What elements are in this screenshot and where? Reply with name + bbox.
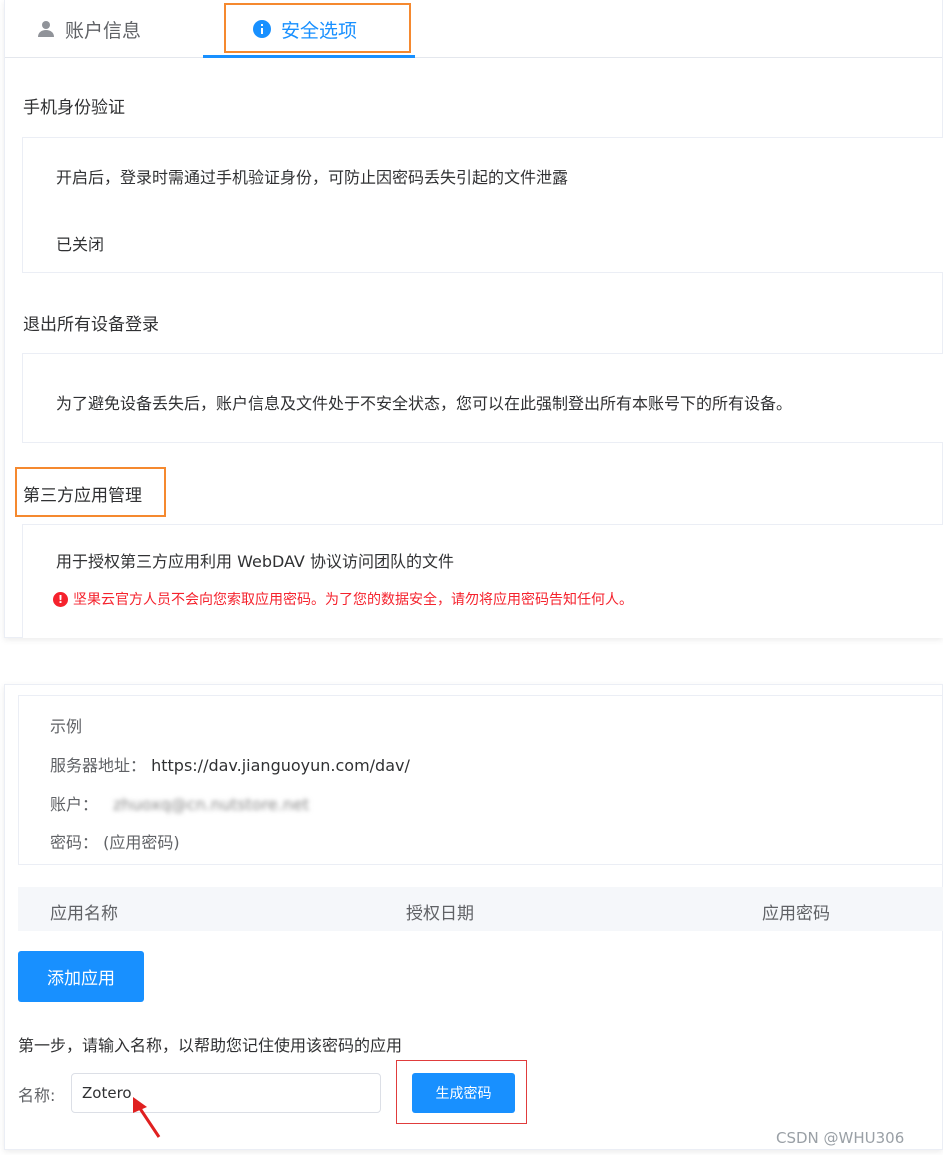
watermark: CSDN @WHU306 [776, 1129, 905, 1147]
col-app-password: 应用密码 [762, 904, 830, 924]
app-password-panel: 示例 服务器地址： https://dav.jianguoyun.com/dav… [4, 684, 943, 1150]
col-app-name: 应用名称 [50, 904, 118, 924]
password-value: (应用密码) [103, 833, 180, 852]
app-table-header: 应用名称 授权日期 应用密码 [18, 887, 943, 931]
name-label: 名称: [18, 1086, 56, 1105]
example-password-row: 密码： (应用密码) [50, 829, 180, 853]
logout-all-devices-card: 为了避免设备丢失后，账户信息及文件处于不安全状态，您可以在此强制登出所有本账号下… [22, 353, 943, 443]
app-name-input[interactable] [71, 1073, 381, 1113]
tab-account-label: 账户信息 [65, 19, 142, 42]
security-settings-panel: 账户信息 安全选项 手机身份验证 开启后，登录时需通过手机验证身份，可防止因密码… [4, 0, 943, 638]
third-party-apps-card: 用于授权第三方应用利用 WebDAV 协议访问团队的文件 [22, 524, 943, 638]
user-icon [37, 20, 55, 38]
server-url: https://dav.jianguoyun.com/dav/ [151, 756, 410, 775]
example-account-row: 账户： zhuoxq@cn.nutstore.net [50, 791, 309, 815]
tab-highlight-annotation [224, 3, 411, 53]
logout-all-devices-title: 退出所有设备登录 [23, 315, 159, 335]
account-label: 账户： [50, 795, 99, 814]
section-highlight-annotation [15, 467, 166, 517]
col-auth-date: 授权日期 [406, 904, 474, 924]
generate-password-button[interactable]: 生成密码 [412, 1073, 515, 1113]
active-tab-indicator [203, 55, 415, 58]
logout-all-devices-desc: 为了避免设备丢失后，账户信息及文件处于不安全状态，您可以在此强制登出所有本账号下… [56, 394, 793, 413]
example-heading: 示例 [50, 717, 83, 736]
server-label: 服务器地址： [50, 756, 147, 775]
phone-verification-card: 开启后，登录时需通过手机验证身份，可防止因密码丢失引起的文件泄露 已关闭 [22, 137, 943, 273]
account-value-blurred: zhuoxq@cn.nutstore.net [113, 795, 310, 814]
tab-bar: 账户信息 安全选项 [5, 0, 942, 58]
third-party-apps-desc: 用于授权第三方应用利用 WebDAV 协议访问团队的文件 [56, 552, 454, 571]
password-label: 密码： [50, 833, 99, 852]
tab-account-info[interactable]: 账户信息 [37, 0, 141, 58]
phone-verification-desc: 开启后，登录时需通过手机验证身份，可防止因密码丢失引起的文件泄露 [56, 168, 569, 187]
password-warning: ! 坚果云官方人员不会向您索取应用密码。为了您的数据安全，请勿将应用密码告知任何… [53, 589, 633, 609]
exclamation-icon: ! [53, 591, 68, 607]
red-arrow-annotation [133, 1097, 161, 1138]
add-app-button[interactable]: 添加应用 [18, 951, 144, 1002]
example-server-row: 服务器地址： https://dav.jianguoyun.com/dav/ [50, 752, 410, 776]
example-box: 示例 服务器地址： https://dav.jianguoyun.com/dav… [18, 695, 943, 865]
step-one-instruction: 第一步，请输入名称，以帮助您记住使用该密码的应用 [18, 1036, 403, 1055]
phone-verification-title: 手机身份验证 [23, 98, 125, 118]
phone-verification-status: 已关闭 [56, 235, 105, 254]
password-warning-text: 坚果云官方人员不会向您索取应用密码。为了您的数据安全，请勿将应用密码告知任何人。 [73, 592, 633, 608]
